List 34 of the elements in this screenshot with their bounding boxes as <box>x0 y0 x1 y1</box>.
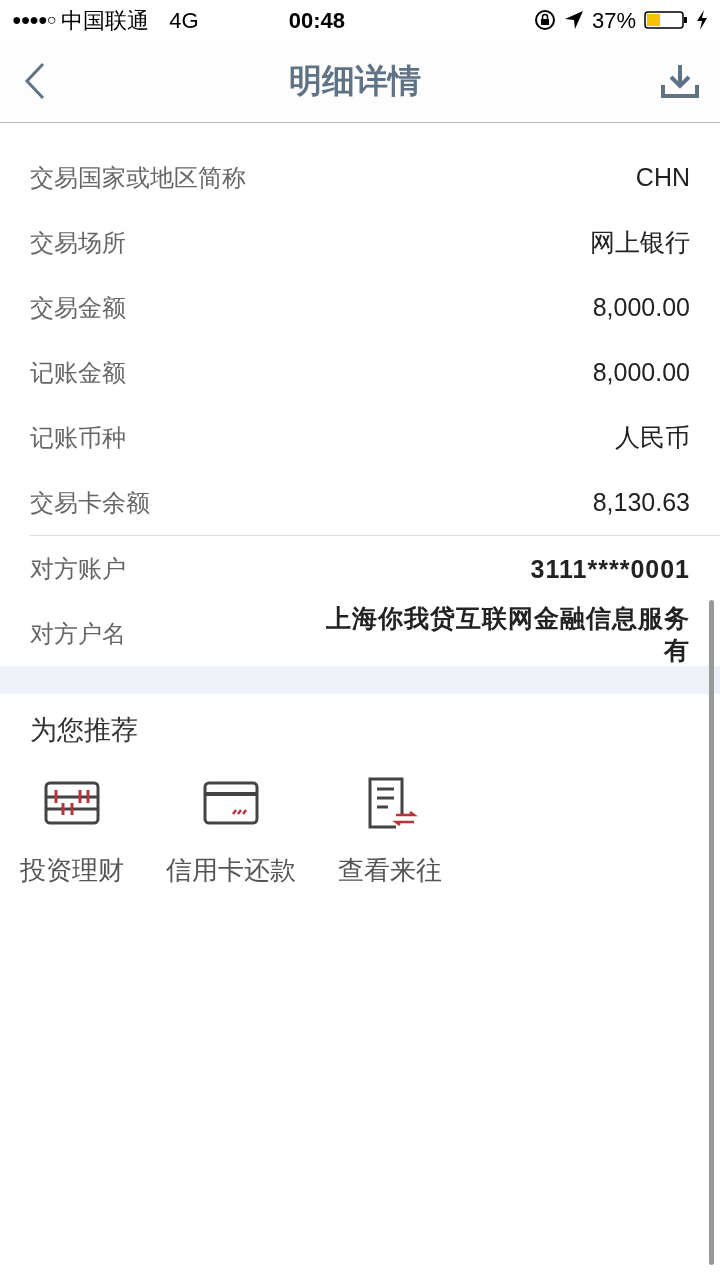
battery-percent: 37% <box>591 6 636 35</box>
battery-icon <box>644 10 688 30</box>
field-value: 3111****0001 <box>529 553 690 585</box>
field-label: 交易卡余额 <box>30 487 150 518</box>
rotation-lock-icon <box>533 9 556 31</box>
signal-strength: ●●●●○ <box>12 10 56 30</box>
carrier-name: 中国联通 <box>61 6 150 35</box>
field-label: 对方户名 <box>30 618 126 649</box>
download-icon[interactable] <box>660 63 700 99</box>
field-label: 对方账户 <box>30 553 126 584</box>
credit-card-icon <box>203 780 259 825</box>
field-label: 记账币种 <box>30 422 126 453</box>
shortcut-button[interactable]: 投资理财 <box>20 772 124 890</box>
field-value: 网上银行 <box>590 226 690 258</box>
shortcut-button[interactable]: 查看来往 <box>338 772 442 890</box>
status-time: 00:48 <box>288 6 345 35</box>
field-value: 8,000.00 <box>592 291 690 323</box>
abacus-icon <box>44 780 100 825</box>
charging-bolt-icon <box>696 10 708 30</box>
field-label: 记账金额 <box>30 357 126 388</box>
field-label: 交易国家或地区简称 <box>30 162 246 193</box>
back-chevron-icon[interactable] <box>23 61 47 101</box>
network-type: 4G <box>169 6 199 35</box>
field-value: 8,130.63 <box>592 486 690 518</box>
field-value: 上海你我贷互联网金融信息服务有 <box>325 602 690 666</box>
page-title: 明细详情 <box>289 61 421 102</box>
field-label: 交易金额 <box>30 292 126 323</box>
field-value: 8,000.00 <box>592 356 690 388</box>
section-title: 为您推荐 <box>30 715 138 745</box>
shortcut-button[interactable]: 信用卡还款 <box>166 772 296 890</box>
field-value: 人民币 <box>615 421 690 453</box>
field-value: CHN <box>635 161 690 193</box>
field-label: 交易场所 <box>30 227 126 258</box>
location-arrow-icon <box>563 10 584 30</box>
